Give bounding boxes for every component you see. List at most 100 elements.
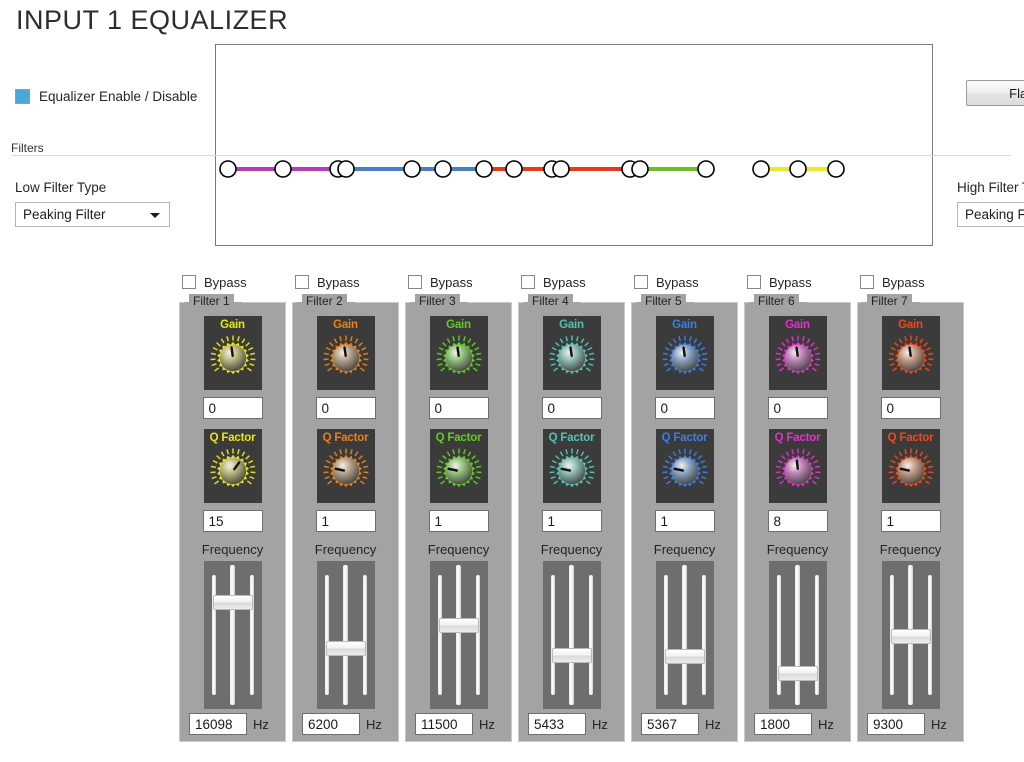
q-factor-knob-panel[interactable]: Q Factor [429, 429, 488, 503]
slider-rail-center [456, 565, 461, 705]
gain-knob-panel[interactable]: Gain [655, 316, 714, 390]
bypass-checkbox[interactable] [182, 275, 196, 289]
slider-thumb[interactable] [551, 648, 592, 663]
q-factor-value-input[interactable]: 1 [541, 510, 602, 532]
slider-thumb[interactable] [212, 595, 253, 610]
equalizer-enable-checkbox[interactable] [15, 89, 30, 104]
curve-node-handle[interactable] [552, 160, 570, 178]
gain-value-input[interactable]: 0 [202, 397, 263, 419]
slider-thumb[interactable] [890, 629, 931, 644]
q-factor-knob-panel[interactable]: Q Factor [203, 429, 262, 503]
curve-node-handle[interactable] [219, 160, 237, 178]
bypass-row[interactable]: Bypass [634, 270, 699, 294]
gain-knob-icon[interactable] [433, 334, 485, 386]
gain-knob-panel[interactable]: Gain [881, 316, 940, 390]
frequency-slider[interactable] [429, 561, 488, 709]
equalizer-curve-svg[interactable] [216, 45, 932, 245]
gain-knob-panel[interactable]: Gain [316, 316, 375, 390]
equalizer-response-graph[interactable] [215, 44, 933, 246]
frequency-value-row: 5367 Hz [641, 713, 721, 735]
gain-knob-icon[interactable] [659, 334, 711, 386]
frequency-value-input[interactable]: 1800 [754, 713, 812, 735]
q-factor-value-input[interactable]: 1 [315, 510, 376, 532]
gain-value-input[interactable]: 0 [767, 397, 828, 419]
gain-knob-icon[interactable] [772, 334, 824, 386]
bypass-checkbox[interactable] [860, 275, 874, 289]
curve-node-handle[interactable] [752, 160, 770, 178]
curve-node-handle[interactable] [505, 160, 523, 178]
slider-thumb[interactable] [777, 666, 818, 681]
gain-value-input[interactable]: 0 [541, 397, 602, 419]
frequency-slider[interactable] [655, 561, 714, 709]
slider-thumb[interactable] [325, 641, 366, 656]
frequency-value-input[interactable]: 5433 [528, 713, 586, 735]
curve-node-handle[interactable] [434, 160, 452, 178]
gain-value-input[interactable]: 0 [428, 397, 489, 419]
bypass-checkbox[interactable] [295, 275, 309, 289]
q-factor-knob-icon[interactable] [433, 447, 485, 499]
q-factor-knob-panel[interactable]: Q Factor [655, 429, 714, 503]
curve-node-handle[interactable] [631, 160, 649, 178]
q-factor-knob-panel[interactable]: Q Factor [881, 429, 940, 503]
q-factor-value-input[interactable]: 1 [654, 510, 715, 532]
bypass-row[interactable]: Bypass [521, 270, 586, 294]
gain-value-input[interactable]: 0 [880, 397, 941, 419]
gain-knob-panel[interactable]: Gain [429, 316, 488, 390]
frequency-slider[interactable] [542, 561, 601, 709]
curve-node-handle[interactable] [697, 160, 715, 178]
q-factor-knob-panel[interactable]: Q Factor [768, 429, 827, 503]
q-factor-knob-icon[interactable] [546, 447, 598, 499]
bypass-checkbox[interactable] [634, 275, 648, 289]
q-factor-value-input[interactable]: 15 [202, 510, 263, 532]
bypass-checkbox[interactable] [521, 275, 535, 289]
bypass-checkbox[interactable] [408, 275, 422, 289]
gain-knob-panel[interactable]: Gain [768, 316, 827, 390]
low-filter-type-select[interactable]: Peaking Filter [15, 202, 170, 227]
q-factor-knob-icon[interactable] [659, 447, 711, 499]
slider-thumb[interactable] [438, 618, 479, 633]
high-filter-type-select[interactable]: Peaking Filter [957, 202, 1024, 227]
q-factor-value-input[interactable]: 1 [880, 510, 941, 532]
q-factor-knob-panel[interactable]: Q Factor [542, 429, 601, 503]
frequency-value-input[interactable]: 11500 [415, 713, 473, 735]
gain-value-input[interactable]: 0 [315, 397, 376, 419]
curve-node-handle[interactable] [475, 160, 493, 178]
q-factor-knob-icon[interactable] [207, 447, 259, 499]
gain-knob-icon[interactable] [320, 334, 372, 386]
frequency-value: 5367 [647, 716, 678, 732]
frequency-value-input[interactable]: 6200 [302, 713, 360, 735]
q-factor-knob-icon[interactable] [772, 447, 824, 499]
bypass-row[interactable]: Bypass [182, 270, 247, 294]
q-factor-value-input[interactable]: 1 [428, 510, 489, 532]
q-factor-knob-icon[interactable] [885, 447, 937, 499]
curve-node-handle[interactable] [403, 160, 421, 178]
frequency-slider[interactable] [316, 561, 375, 709]
q-factor-knob-icon[interactable] [320, 447, 372, 499]
frequency-slider[interactable] [768, 561, 827, 709]
bypass-checkbox[interactable] [747, 275, 761, 289]
bypass-row[interactable]: Bypass [747, 270, 812, 294]
bypass-row[interactable]: Bypass [295, 270, 360, 294]
gain-knob-panel[interactable]: Gain [203, 316, 262, 390]
equalizer-enable-row[interactable]: Equalizer Enable / Disable [15, 89, 197, 104]
q-factor-value-input[interactable]: 8 [767, 510, 828, 532]
frequency-value-input[interactable]: 9300 [867, 713, 925, 735]
curve-node-handle[interactable] [789, 160, 807, 178]
curve-node-handle[interactable] [274, 160, 292, 178]
frequency-slider[interactable] [203, 561, 262, 709]
bypass-row[interactable]: Bypass [860, 270, 925, 294]
q-factor-knob-panel[interactable]: Q Factor [316, 429, 375, 503]
frequency-slider[interactable] [881, 561, 940, 709]
gain-value-input[interactable]: 0 [654, 397, 715, 419]
gain-knob-panel[interactable]: Gain [542, 316, 601, 390]
gain-knob-icon[interactable] [207, 334, 259, 386]
bypass-row[interactable]: Bypass [408, 270, 473, 294]
flat-button[interactable]: Flat [966, 80, 1024, 106]
frequency-value-input[interactable]: 5367 [641, 713, 699, 735]
curve-node-handle[interactable] [337, 160, 355, 178]
gain-knob-icon[interactable] [546, 334, 598, 386]
slider-thumb[interactable] [664, 649, 705, 664]
gain-knob-icon[interactable] [885, 334, 937, 386]
curve-node-handle[interactable] [827, 160, 845, 178]
frequency-value-input[interactable]: 16098 [189, 713, 247, 735]
